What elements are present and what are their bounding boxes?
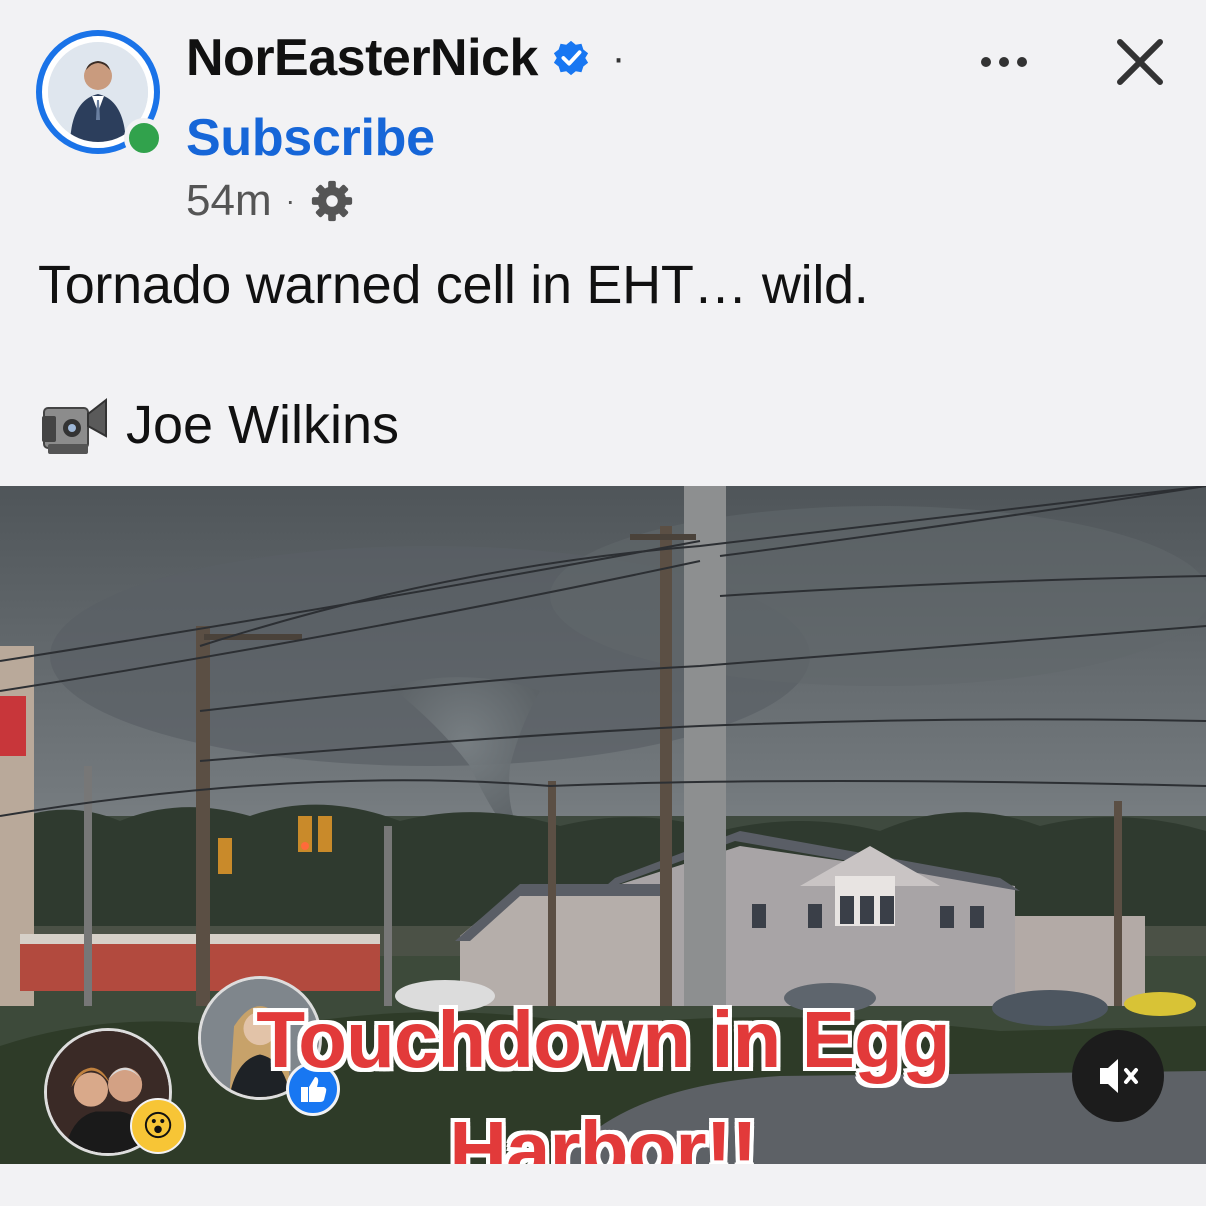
credit-name[interactable]: Joe Wilkins <box>126 394 399 456</box>
name-separator: · <box>611 35 626 80</box>
video-caption-line1: Touchdown in Egg <box>256 995 951 1084</box>
video-credit: Joe Wilkins <box>40 392 399 458</box>
online-status-dot <box>124 118 164 158</box>
meta-separator: · <box>285 185 295 216</box>
verified-badge-icon <box>553 40 588 76</box>
gear-icon[interactable] <box>309 178 355 224</box>
action-bar <box>0 1164 1206 1206</box>
post-timestamp[interactable]: 54m <box>186 176 272 226</box>
author-name[interactable]: NorEasterNick <box>186 28 538 88</box>
author-name-row: NorEasterNick · <box>186 28 625 88</box>
subscribe-link[interactable]: Subscribe <box>186 108 435 168</box>
post-meta: 54m · <box>186 176 355 226</box>
close-icon[interactable] <box>1112 34 1168 90</box>
video-camera-icon <box>42 397 107 454</box>
more-horizontal-icon[interactable] <box>974 40 1034 80</box>
post-text: Tornado warned cell in EHT… wild. <box>38 255 869 315</box>
